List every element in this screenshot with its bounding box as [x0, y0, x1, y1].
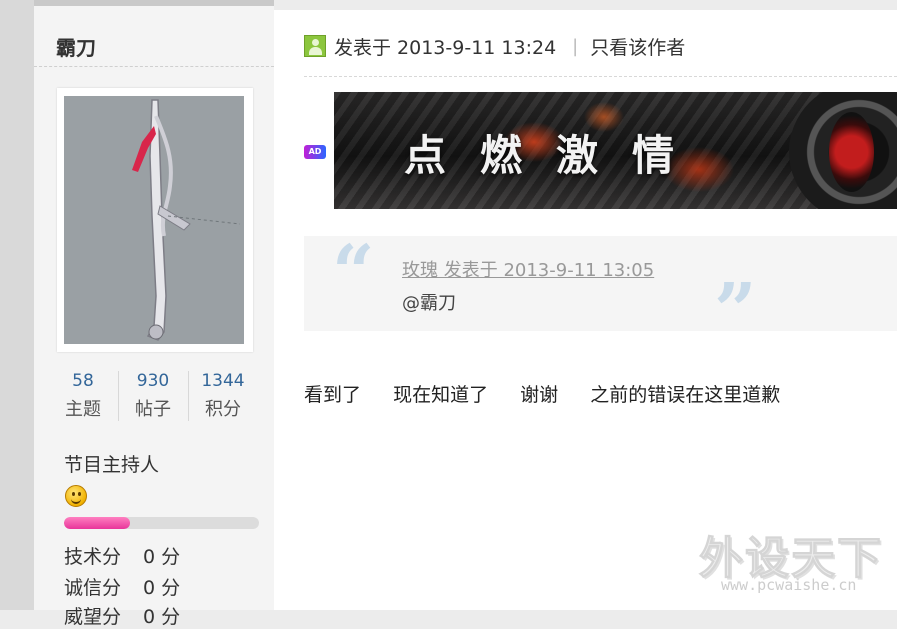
- stat-threads-label: 主题: [65, 399, 101, 420]
- headphone-graphic: [789, 92, 897, 209]
- author-name[interactable]: 霸刀: [56, 32, 96, 61]
- score-value: 0 分: [143, 606, 181, 628]
- level-progress-fill: [64, 517, 131, 529]
- quote-meta-link[interactable]: 玫瑰 发表于 2013-9-11 13:05: [402, 256, 654, 282]
- stat-points-value: 1344: [201, 371, 245, 391]
- sword-avatar: [132, 99, 241, 341]
- user-icon: [304, 35, 326, 57]
- stat-threads[interactable]: 58 主题: [48, 371, 118, 421]
- score-label: 诚信分: [64, 577, 122, 599]
- stat-points-label: 积分: [205, 399, 241, 420]
- post-main: 发表于 2013-9-11 13:24 | 只看该作者 AD 点燃激情 “ 玫瑰…: [274, 0, 897, 610]
- quote-open-mark: “: [332, 230, 375, 316]
- ad-banner[interactable]: 点燃激情: [334, 92, 897, 209]
- score-label: 威望分: [64, 606, 122, 628]
- stat-points[interactable]: 1344 积分: [188, 371, 258, 421]
- author-sidebar: 霸刀 58 主题 930 帖子 1344 积分 节目主持人 技术分 0 分 诚信…: [34, 0, 274, 628]
- ad-badge-icon: AD: [304, 145, 326, 159]
- score-value: 0 分: [143, 577, 181, 599]
- score-value: 0 分: [143, 546, 181, 568]
- stat-posts-value: 930: [136, 371, 170, 391]
- author-divider: [34, 66, 274, 67]
- avatar[interactable]: [57, 88, 253, 352]
- post-content-segment: 谢谢: [520, 384, 559, 406]
- header-divider: [304, 76, 897, 77]
- user-group-title[interactable]: 节目主持人: [64, 450, 159, 477]
- site-watermark: 外设天下 www.pcwaishe.cn: [699, 522, 884, 602]
- smiley-icon: [65, 485, 87, 507]
- stat-posts[interactable]: 930 帖子: [118, 371, 188, 421]
- post-content: 看到了 现在知道了 谢谢 之前的错误在这里道歉: [304, 380, 806, 407]
- stat-posts-label: 帖子: [135, 399, 171, 420]
- post-timestamp: 发表于 2013-9-11 13:24: [334, 36, 557, 59]
- only-author-link[interactable]: 只看该作者: [590, 33, 685, 60]
- page-gutter: [0, 0, 34, 610]
- post-content-segment: 看到了: [304, 384, 362, 406]
- quote-block: “ 玫瑰 发表于 2013-9-11 13:05 @霸刀 ”: [304, 230, 897, 348]
- header-pipe-divider: |: [572, 35, 579, 57]
- quote-close-mark: ”: [714, 268, 757, 354]
- level-progress-bar: [64, 517, 259, 529]
- post-content-segment: 现在知道了: [393, 384, 489, 406]
- sword-avatar-image: [64, 96, 244, 344]
- quote-body: @霸刀: [402, 293, 456, 314]
- score-row-prestige: 威望分 0 分: [64, 602, 180, 629]
- post-content-segment: 之前的错误在这里道歉: [590, 384, 781, 406]
- score-row-credit: 诚信分 0 分: [64, 573, 180, 600]
- stat-threads-value: 58: [72, 371, 94, 391]
- score-row-tech: 技术分 0 分: [64, 542, 180, 569]
- watermark-url: www.pcwaishe.cn: [721, 576, 857, 594]
- ad-banner-text: 点燃激情: [404, 131, 709, 180]
- author-stats: 58 主题 930 帖子 1344 积分: [48, 371, 258, 431]
- post-header: 发表于 2013-9-11 13:24 | 只看该作者: [304, 32, 685, 60]
- score-label: 技术分: [64, 546, 122, 568]
